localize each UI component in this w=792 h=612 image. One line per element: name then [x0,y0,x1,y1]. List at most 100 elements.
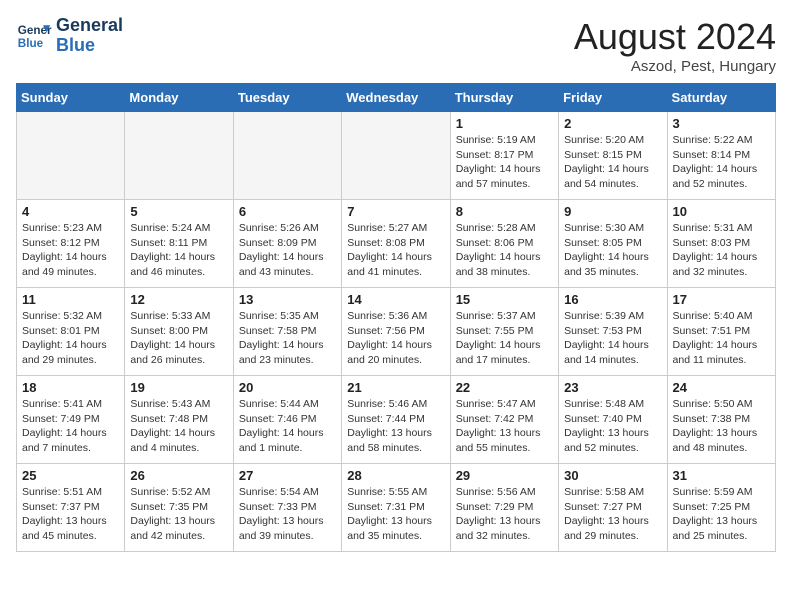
day-info: Sunrise: 5:48 AMSunset: 7:40 PMDaylight:… [564,397,661,456]
day-number: 25 [22,468,119,483]
location: Aszod, Pest, Hungary [574,58,776,75]
day-number: 14 [347,292,444,307]
day-cell-14: 14 Sunrise: 5:36 AMSunset: 7:56 PMDayligh… [342,288,450,376]
day-info: Sunrise: 5:23 AMSunset: 8:12 PMDaylight:… [22,221,119,280]
day-cell-13: 13 Sunrise: 5:35 AMSunset: 7:58 PMDayligh… [233,288,341,376]
day-info: Sunrise: 5:50 AMSunset: 7:38 PMDaylight:… [673,397,770,456]
day-cell-6: 6Sunrise: 5:26 AMSunset: 8:09 PMDaylight… [233,200,341,288]
day-header-tuesday: Tuesday [233,84,341,112]
day-info: Sunrise: 5:33 AMSunset: 8:00 PMDaylight:… [130,309,227,368]
day-cell-7: 7 Sunrise: 5:27 AMSunset: 8:08 PMDaylight… [342,200,450,288]
empty-cell [342,112,450,200]
page-header: General Blue General Blue August 2024 As… [16,16,776,75]
day-number: 26 [130,468,227,483]
week-row-1: 1Sunrise: 5:19 AMSunset: 8:17 PMDaylight… [17,112,776,200]
logo-icon: General Blue [16,18,52,54]
day-number: 13 [239,292,336,307]
day-info: Sunrise: 5:44 AMSunset: 7:46 PMDaylight:… [239,397,336,456]
day-cell-5: 5 Sunrise: 5:24 AMSunset: 8:11 PMDaylight… [125,200,233,288]
week-row-5: 25 Sunrise: 5:51 AMSunset: 7:37 PMDayligh… [17,464,776,552]
day-info: Sunrise: 5:22 AMSunset: 8:14 PMDaylight:… [673,133,770,192]
day-cell-11: 11Sunrise: 5:32 AMSunset: 8:01 PMDayligh… [17,288,125,376]
day-cell-29: 29 Sunrise: 5:56 AMSunset: 7:29 PMDayligh… [450,464,558,552]
day-cell-24: 24 Sunrise: 5:50 AMSunset: 7:38 PMDayligh… [667,376,775,464]
day-header-monday: Monday [125,84,233,112]
day-info: Sunrise: 5:51 AMSunset: 7:37 PMDaylight:… [22,485,119,544]
title-block: August 2024 Aszod, Pest, Hungary [574,16,776,75]
day-number: 20 [239,380,336,395]
day-number: 18 [22,380,119,395]
day-number: 24 [673,380,770,395]
day-info: Sunrise: 5:41 AMSunset: 7:49 PMDaylight:… [22,397,119,456]
day-info: Sunrise: 5:24 AMSunset: 8:11 PMDaylight:… [130,221,227,280]
day-number: 28 [347,468,444,483]
day-cell-8: 8 Sunrise: 5:28 AMSunset: 8:06 PMDaylight… [450,200,558,288]
week-row-3: 11Sunrise: 5:32 AMSunset: 8:01 PMDayligh… [17,288,776,376]
day-cell-25: 25 Sunrise: 5:51 AMSunset: 7:37 PMDayligh… [17,464,125,552]
day-cell-28: 28 Sunrise: 5:55 AMSunset: 7:31 PMDayligh… [342,464,450,552]
day-cell-19: 19Sunrise: 5:43 AMSunset: 7:48 PMDayligh… [125,376,233,464]
day-header-saturday: Saturday [667,84,775,112]
day-info: Sunrise: 5:31 AMSunset: 8:03 PMDaylight:… [673,221,770,280]
day-info: Sunrise: 5:52 AMSunset: 7:35 PMDaylight:… [130,485,227,544]
day-cell-18: 18 Sunrise: 5:41 AMSunset: 7:49 PMDayligh… [17,376,125,464]
logo-text: General Blue [56,16,123,56]
day-info: Sunrise: 5:35 AMSunset: 7:58 PMDaylight:… [239,309,336,368]
day-cell-4: 4 Sunrise: 5:23 AMSunset: 8:12 PMDaylight… [17,200,125,288]
day-cell-15: 15Sunrise: 5:37 AMSunset: 7:55 PMDayligh… [450,288,558,376]
day-header-sunday: Sunday [17,84,125,112]
day-info: Sunrise: 5:28 AMSunset: 8:06 PMDaylight:… [456,221,553,280]
days-header-row: SundayMondayTuesdayWednesdayThursdayFrid… [17,84,776,112]
day-number: 6 [239,204,336,219]
day-number: 7 [347,204,444,219]
day-info: Sunrise: 5:27 AMSunset: 8:08 PMDaylight:… [347,221,444,280]
day-number: 15 [456,292,553,307]
day-number: 17 [673,292,770,307]
day-cell-26: 26 Sunrise: 5:52 AMSunset: 7:35 PMDayligh… [125,464,233,552]
week-row-2: 4 Sunrise: 5:23 AMSunset: 8:12 PMDaylight… [17,200,776,288]
day-info: Sunrise: 5:20 AMSunset: 8:15 PMDaylight:… [564,133,661,192]
day-info: Sunrise: 5:36 AMSunset: 7:56 PMDaylight:… [347,309,444,368]
day-number: 4 [22,204,119,219]
day-number: 21 [347,380,444,395]
day-info: Sunrise: 5:39 AMSunset: 7:53 PMDaylight:… [564,309,661,368]
day-number: 19 [130,380,227,395]
day-number: 29 [456,468,553,483]
day-cell-21: 21Sunrise: 5:46 AMSunset: 7:44 PMDayligh… [342,376,450,464]
day-number: 1 [456,116,553,131]
day-cell-20: 20 Sunrise: 5:44 AMSunset: 7:46 PMDayligh… [233,376,341,464]
day-cell-12: 12Sunrise: 5:33 AMSunset: 8:00 PMDayligh… [125,288,233,376]
month-title: August 2024 [574,16,776,58]
svg-text:Blue: Blue [18,37,44,50]
day-header-wednesday: Wednesday [342,84,450,112]
day-info: Sunrise: 5:55 AMSunset: 7:31 PMDaylight:… [347,485,444,544]
day-cell-3: 3 Sunrise: 5:22 AMSunset: 8:14 PMDaylight… [667,112,775,200]
day-cell-10: 10 Sunrise: 5:31 AMSunset: 8:03 PMDayligh… [667,200,775,288]
day-cell-27: 27Sunrise: 5:54 AMSunset: 7:33 PMDayligh… [233,464,341,552]
week-row-4: 18 Sunrise: 5:41 AMSunset: 7:49 PMDayligh… [17,376,776,464]
day-number: 23 [564,380,661,395]
day-header-thursday: Thursday [450,84,558,112]
day-number: 9 [564,204,661,219]
day-cell-2: 2 Sunrise: 5:20 AMSunset: 8:15 PMDaylight… [559,112,667,200]
empty-cell [233,112,341,200]
day-cell-31: 31Sunrise: 5:59 AMSunset: 7:25 PMDayligh… [667,464,775,552]
day-cell-22: 22Sunrise: 5:47 AMSunset: 7:42 PMDayligh… [450,376,558,464]
day-number: 8 [456,204,553,219]
day-info: Sunrise: 5:54 AMSunset: 7:33 PMDaylight:… [239,485,336,544]
day-number: 10 [673,204,770,219]
day-number: 5 [130,204,227,219]
day-number: 2 [564,116,661,131]
day-header-friday: Friday [559,84,667,112]
day-cell-17: 17 Sunrise: 5:40 AMSunset: 7:51 PMDayligh… [667,288,775,376]
day-cell-23: 23 Sunrise: 5:48 AMSunset: 7:40 PMDayligh… [559,376,667,464]
day-info: Sunrise: 5:56 AMSunset: 7:29 PMDaylight:… [456,485,553,544]
calendar-table: SundayMondayTuesdayWednesdayThursdayFrid… [16,83,776,552]
day-info: Sunrise: 5:40 AMSunset: 7:51 PMDaylight:… [673,309,770,368]
day-cell-30: 30Sunrise: 5:58 AMSunset: 7:27 PMDayligh… [559,464,667,552]
day-number: 11 [22,292,119,307]
day-number: 22 [456,380,553,395]
day-number: 3 [673,116,770,131]
day-cell-1: 1Sunrise: 5:19 AMSunset: 8:17 PMDaylight… [450,112,558,200]
day-number: 16 [564,292,661,307]
